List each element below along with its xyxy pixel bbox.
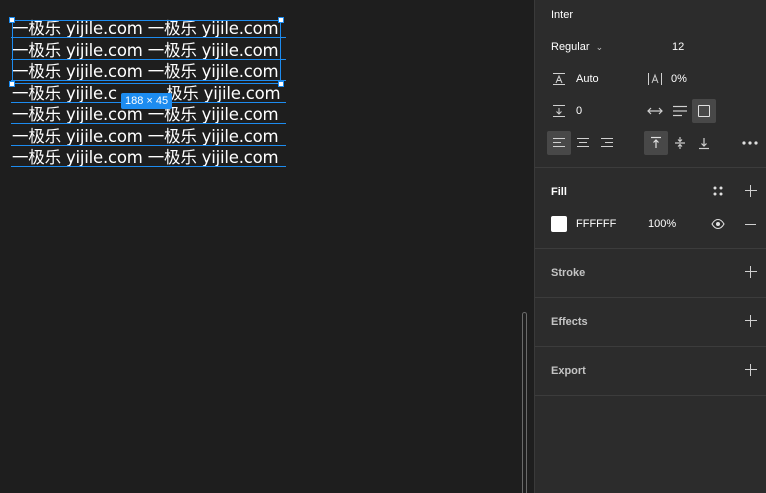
resize-handle-top-left[interactable]: [9, 17, 15, 23]
resize-handle-top-right[interactable]: [278, 17, 284, 23]
section-divider: [535, 167, 766, 168]
auto-width-icon[interactable]: [646, 104, 664, 118]
paragraph-spacing-icon: [552, 104, 566, 118]
line-height-input[interactable]: Auto: [576, 73, 599, 85]
remove-fill-button[interactable]: [745, 224, 756, 225]
eye-icon[interactable]: [711, 218, 725, 230]
paragraph-spacing-input[interactable]: 0: [576, 105, 582, 117]
stroke-section-title: Stroke: [551, 267, 586, 279]
font-family-select[interactable]: Inter: [551, 9, 573, 21]
font-size-input[interactable]: 12: [672, 41, 684, 53]
align-top-button[interactable]: [644, 131, 668, 155]
selection-box[interactable]: [12, 20, 281, 84]
text-baseline: [11, 123, 286, 124]
align-right-button[interactable]: [595, 131, 619, 155]
font-weight-value: Regular: [551, 41, 590, 53]
align-center-button[interactable]: [571, 131, 595, 155]
export-section-title: Export: [551, 365, 586, 377]
align-center-icon: [577, 138, 589, 148]
align-bottom-icon: [699, 138, 709, 150]
fixed-size-button[interactable]: [692, 99, 716, 123]
section-divider: [535, 297, 766, 298]
add-fill-button[interactable]: [745, 185, 757, 197]
text-baseline: [11, 145, 286, 146]
fill-hex-input[interactable]: FFFFFF: [576, 218, 616, 230]
add-stroke-button[interactable]: [745, 266, 757, 278]
vertical-scrollbar[interactable]: [522, 312, 527, 493]
align-bottom-button[interactable]: [692, 131, 716, 155]
fill-opacity-input[interactable]: 100%: [648, 218, 676, 230]
font-weight-select[interactable]: Regular ⌄: [551, 41, 611, 55]
line-height-icon: [552, 72, 566, 86]
fill-section-title: Fill: [551, 186, 567, 198]
fill-color-swatch[interactable]: [551, 216, 567, 232]
design-canvas[interactable]: 一极乐 yijile.com 一极乐 yijile.com 一极乐 yijile…: [0, 0, 534, 493]
auto-height-icon[interactable]: [669, 103, 691, 119]
section-divider: [535, 248, 766, 249]
align-left-icon: [553, 138, 565, 148]
align-top-icon: [651, 136, 661, 148]
chevron-down-icon: ⌄: [595, 42, 604, 52]
resize-handle-bottom-right[interactable]: [278, 81, 284, 87]
section-divider: [535, 346, 766, 347]
section-divider: [535, 395, 766, 396]
effects-section-title: Effects: [551, 316, 588, 328]
align-middle-icon: [675, 137, 685, 149]
align-middle-button[interactable]: [668, 131, 692, 155]
text-baseline: [11, 166, 286, 167]
letter-spacing-icon: [647, 72, 663, 86]
add-effect-button[interactable]: [745, 315, 757, 327]
style-grid-icon[interactable]: [712, 185, 724, 197]
align-right-icon: [601, 138, 613, 148]
more-options-icon[interactable]: [741, 137, 759, 149]
resize-handle-bottom-left[interactable]: [9, 81, 15, 87]
letter-spacing-input[interactable]: 0%: [671, 73, 687, 85]
properties-panel: Inter Regular ⌄ 12 Auto 0% 0 Fill FFFFFF…: [534, 0, 766, 493]
align-left-button[interactable]: [547, 131, 571, 155]
size-badge: 188 × 45: [121, 93, 173, 109]
add-export-button[interactable]: [745, 364, 757, 376]
fixed-size-icon: [698, 105, 710, 117]
